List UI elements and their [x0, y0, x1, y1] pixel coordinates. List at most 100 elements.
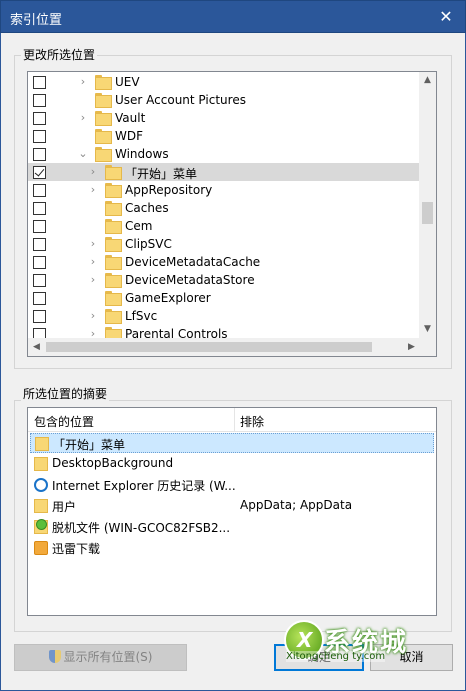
scroll-up-icon[interactable]: ▲: [419, 72, 436, 89]
column-header-exclude[interactable]: 排除: [240, 413, 264, 430]
summary-list[interactable]: 包含的位置 排除 「开始」菜单 DesktopBackground Internet…: [27, 407, 437, 616]
tree-row[interactable]: › Vault: [28, 109, 420, 127]
ok-label: 确定: [306, 650, 331, 664]
tree-checkbox[interactable]: [33, 292, 46, 305]
folder-icon: [34, 499, 48, 513]
folder-icon: [105, 183, 122, 198]
chevron-right-icon[interactable]: ›: [87, 165, 99, 179]
tree-item-label: Vault: [115, 111, 146, 125]
tree-item-label: ClipSVC: [125, 237, 172, 251]
tree-horizontal-scrollbar[interactable]: ◀ ▶: [28, 338, 420, 356]
tree-row[interactable]: › DeviceMetadataStore: [28, 271, 420, 289]
tree-checkbox[interactable]: [33, 166, 46, 179]
offline-files-icon: [34, 519, 48, 534]
chevron-right-icon[interactable]: ›: [87, 273, 99, 287]
tree-row[interactable]: Caches: [28, 199, 420, 217]
folder-icon: [95, 129, 112, 144]
tree-row[interactable]: WDF: [28, 127, 420, 145]
tree-checkbox[interactable]: [33, 238, 46, 251]
internet-explorer-icon: [34, 478, 48, 492]
tree-checkbox[interactable]: [33, 112, 46, 125]
folder-icon: [105, 255, 122, 270]
tree-checkbox[interactable]: [33, 184, 46, 197]
tree-row[interactable]: › ClipSVC: [28, 235, 420, 253]
tree-row[interactable]: › UEV: [28, 73, 420, 91]
list-item[interactable]: 脱机文件 (WIN-GCOC82FSB2...: [30, 517, 434, 537]
list-item[interactable]: Internet Explorer 历史记录 (W...: [30, 475, 434, 495]
chevron-down-icon[interactable]: ⌄: [77, 147, 89, 161]
included-location: 脱机文件 (WIN-GCOC82FSB2...: [52, 521, 231, 535]
tree-checkbox[interactable]: [33, 220, 46, 233]
tree-item-label: LfSvc: [125, 309, 158, 323]
column-divider[interactable]: [234, 408, 235, 432]
tree-item-label: Windows: [115, 147, 169, 161]
folder-icon: [105, 273, 122, 288]
chevron-right-icon[interactable]: ›: [87, 237, 99, 251]
tree-checkbox[interactable]: [33, 94, 46, 107]
xunlei-icon: [34, 541, 48, 555]
folder-icon: [105, 165, 122, 180]
summary-label: 所选位置的摘要: [21, 385, 110, 402]
folder-icon: [105, 237, 122, 252]
scroll-thumb-horizontal[interactable]: [46, 342, 372, 352]
included-location: 迅雷下载: [52, 542, 101, 556]
list-item[interactable]: 用户 AppData; AppData: [30, 496, 434, 516]
title-bar: 索引位置 ✕: [0, 0, 466, 33]
change-locations-label: 更改所选位置: [21, 46, 98, 63]
tree-checkbox[interactable]: [33, 76, 46, 89]
tree-checkbox[interactable]: [33, 130, 46, 143]
chevron-right-icon[interactable]: ›: [77, 111, 89, 125]
chevron-right-icon[interactable]: ›: [77, 75, 89, 89]
tree-row[interactable]: › 「开始」菜单: [28, 163, 420, 181]
folder-icon: [105, 291, 122, 306]
folder-icon: [34, 457, 48, 471]
scroll-right-icon[interactable]: ▶: [403, 338, 420, 356]
show-all-locations-button[interactable]: 显示所有位置(S): [14, 644, 187, 671]
tree-row[interactable]: ⌄ Windows: [28, 145, 420, 163]
tree-checkbox[interactable]: [33, 256, 46, 269]
tree-item-label: WDF: [115, 129, 144, 143]
show-all-locations-label: 显示所有位置(S): [63, 650, 153, 664]
included-location: 「开始」菜单: [53, 438, 126, 452]
column-header-location[interactable]: 包含的位置: [34, 413, 94, 430]
list-header: 包含的位置 排除: [28, 408, 436, 432]
tree-row[interactable]: User Account Pictures: [28, 91, 420, 109]
location-tree[interactable]: › Parental Controls › LfSvc GameExplorer › Dev…: [27, 71, 437, 357]
tree-item-label: UEV: [115, 75, 140, 89]
tree-item-label: AppRepository: [125, 183, 213, 197]
list-item[interactable]: DesktopBackground: [30, 454, 434, 474]
window-title: 索引位置: [10, 13, 63, 28]
included-location: Internet Explorer 历史记录 (W...: [52, 479, 236, 493]
folder-icon: [105, 219, 122, 234]
cancel-button[interactable]: 取消: [370, 644, 453, 671]
tree-row[interactable]: › AppRepository: [28, 181, 420, 199]
tree-row[interactable]: › DeviceMetadataCache: [28, 253, 420, 271]
tree-checkbox[interactable]: [33, 310, 46, 323]
tree-checkbox[interactable]: [33, 148, 46, 161]
chevron-right-icon[interactable]: ›: [87, 309, 99, 323]
tree-row[interactable]: GameExplorer: [28, 289, 420, 307]
folder-icon: [35, 437, 49, 451]
folder-icon: [95, 111, 112, 126]
chevron-right-icon[interactable]: ›: [87, 183, 99, 197]
tree-row[interactable]: › LfSvc: [28, 307, 420, 325]
scroll-thumb[interactable]: [422, 202, 433, 224]
tree-item-label: Cem: [125, 219, 153, 233]
tree-item-label: User Account Pictures: [115, 93, 246, 107]
chevron-right-icon[interactable]: ›: [87, 255, 99, 269]
tree-checkbox[interactable]: [33, 274, 46, 287]
close-icon[interactable]: ✕: [435, 6, 457, 28]
included-location: DesktopBackground: [52, 456, 174, 470]
ok-button[interactable]: 确定: [274, 644, 364, 671]
tree-row[interactable]: Cem: [28, 217, 420, 235]
included-location: 用户: [52, 500, 77, 514]
scroll-down-icon[interactable]: ▼: [419, 321, 436, 338]
folder-icon: [95, 147, 112, 162]
scroll-left-icon[interactable]: ◀: [28, 338, 45, 356]
excluded-folders: AppData; AppData: [240, 498, 353, 512]
tree-item-label: DeviceMetadataStore: [125, 273, 255, 287]
tree-checkbox[interactable]: [33, 202, 46, 215]
list-item[interactable]: 迅雷下载: [30, 538, 434, 558]
list-item[interactable]: 「开始」菜单: [30, 433, 434, 453]
tree-vertical-scrollbar[interactable]: ▲ ▼: [419, 72, 436, 338]
